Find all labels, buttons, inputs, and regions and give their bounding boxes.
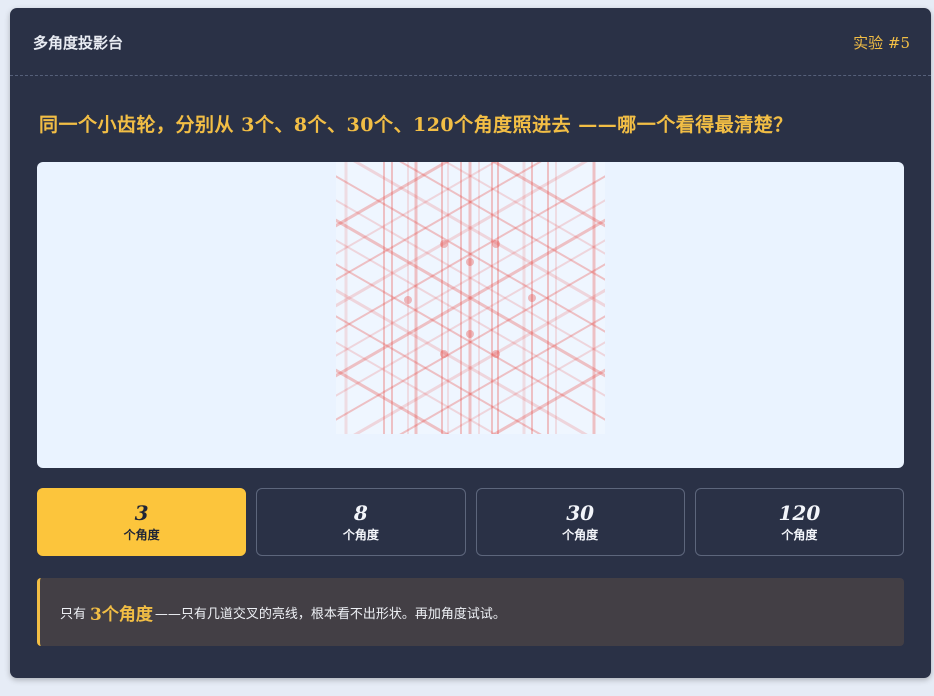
angle-unit: 个角度 <box>342 528 379 542</box>
angle-unit: 个角度 <box>562 528 599 542</box>
intersection-spot <box>440 240 448 248</box>
intersection-spot <box>528 294 536 302</box>
note-prefix: 只有 <box>60 606 87 622</box>
app-title: 多角度投影台 <box>33 34 124 52</box>
projection-app-panel: 多角度投影台 实验 #5 同一个小齿轮，分别从 3个、8个、30个、120个角度… <box>10 8 931 678</box>
experiment-badge: 实验 #5 <box>853 34 910 52</box>
angle-button-120[interactable]: 120 个角度 <box>694 488 904 556</box>
note-suffix: ——只有几道交叉的亮线，根本看不出形状。再加角度试试。 <box>154 606 506 622</box>
angle-count: 30 <box>566 501 595 525</box>
angle-button-30[interactable]: 30 个角度 <box>475 488 685 556</box>
angle-count: 3 <box>134 501 149 525</box>
header-bar: 多角度投影台 实验 #5 <box>10 8 931 76</box>
question-text: 同一个小齿轮，分别从 3个、8个、30个、120个角度照进去 ——哪一个看得最清… <box>39 114 793 136</box>
backprojection-image <box>336 162 605 434</box>
angle-count: 120 <box>778 501 821 525</box>
angle-selector: 3 个角度 8 个角度 30 个角度 120 个角度 <box>37 488 904 556</box>
angle-unit: 个角度 <box>123 528 160 542</box>
intersection-spot <box>440 350 448 358</box>
angle-unit: 个角度 <box>781 528 818 542</box>
intersection-spot <box>466 258 474 266</box>
intersection-spot <box>404 296 412 304</box>
angle-button-3[interactable]: 3 个角度 <box>37 488 247 556</box>
intersection-spot <box>492 350 500 358</box>
intersection-spot <box>466 330 474 338</box>
angle-button-8[interactable]: 8 个角度 <box>256 488 466 556</box>
intersection-spot <box>492 240 500 248</box>
note-highlight: 3个角度 <box>90 604 153 625</box>
explanation-note: 只有 3个角度 ——只有几道交叉的亮线，根本看不出形状。再加角度试试。 <box>37 578 904 646</box>
angle-count: 8 <box>353 501 368 525</box>
projection-canvas <box>37 162 904 468</box>
